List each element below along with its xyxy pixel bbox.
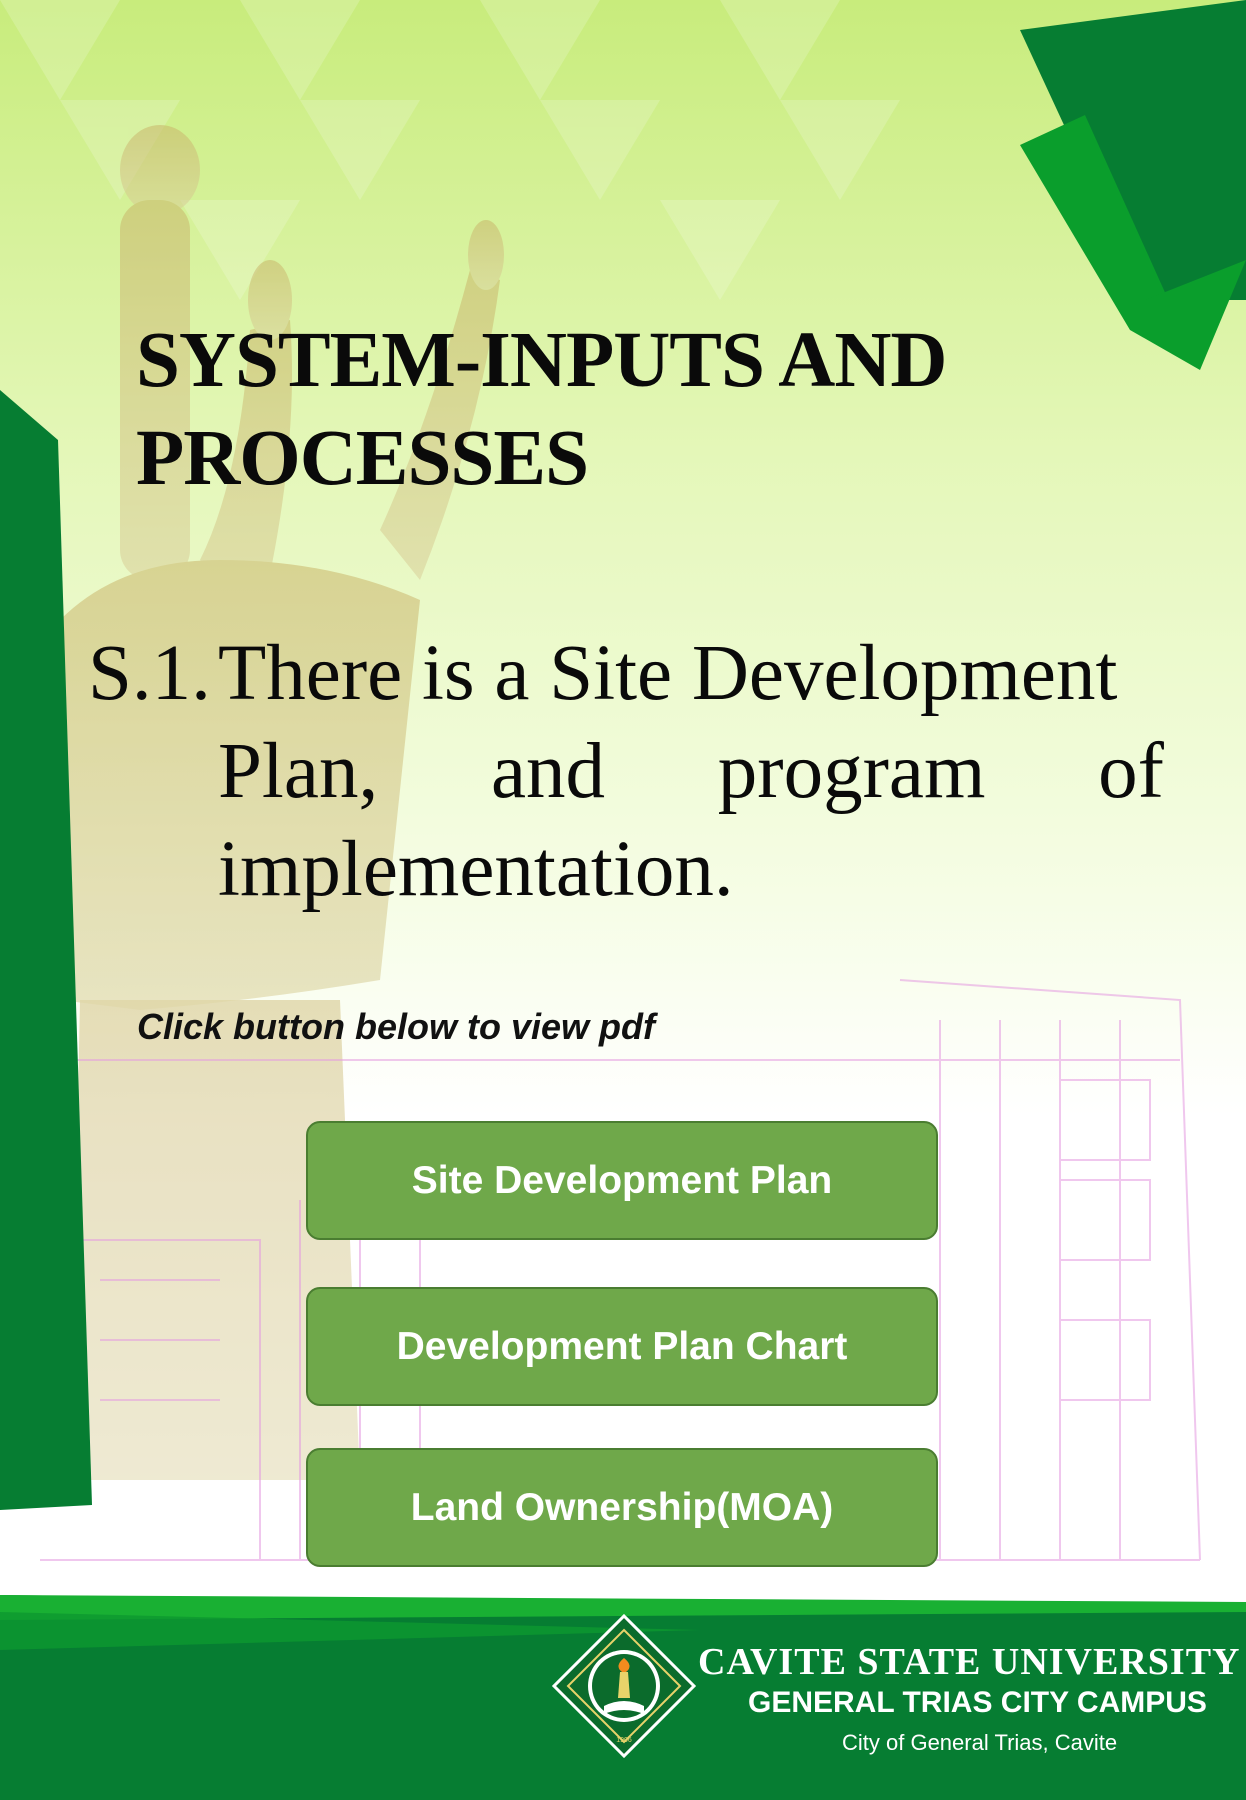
statement-word: Plan, bbox=[218, 728, 379, 815]
development-plan-chart-button[interactable]: Development Plan Chart bbox=[306, 1287, 938, 1406]
statement-number: S.1. bbox=[88, 630, 211, 717]
campus-name: GENERAL TRIAS CITY CAMPUS bbox=[748, 1686, 1207, 1719]
campus-location: City of General Trias, Cavite bbox=[842, 1730, 1118, 1755]
land-ownership-moa-button[interactable]: Land Ownership(MOA) bbox=[306, 1448, 938, 1567]
title-line-1: SYSTEM-INPUTS AND bbox=[136, 317, 947, 404]
instruction-text: Click button below to view pdf bbox=[137, 1006, 655, 1047]
statement-body: There is a Site Development Plan, and pr… bbox=[218, 625, 1164, 919]
statement-line-3: implementation. bbox=[218, 826, 734, 913]
seal-year: 1906 bbox=[616, 1737, 632, 1744]
statement-line-2: Plan, and program of bbox=[218, 723, 1164, 821]
statement-word: and bbox=[490, 728, 606, 815]
page-title: SYSTEM-INPUTS AND PROCESSES bbox=[136, 312, 1036, 508]
page: SYSTEM-INPUTS AND PROCESSES S.1. There i… bbox=[0, 0, 1246, 1800]
statement-line-1: There is a Site Development bbox=[218, 630, 1118, 717]
statement-word: of bbox=[1098, 728, 1164, 815]
statement-word: program bbox=[717, 728, 986, 815]
site-development-plan-button[interactable]: Site Development Plan bbox=[306, 1121, 938, 1240]
university-name: CAVITE STATE UNIVERSITY bbox=[698, 1641, 1241, 1683]
title-line-2: PROCESSES bbox=[136, 415, 589, 502]
university-seal-logo: 1906 bbox=[552, 1614, 696, 1758]
